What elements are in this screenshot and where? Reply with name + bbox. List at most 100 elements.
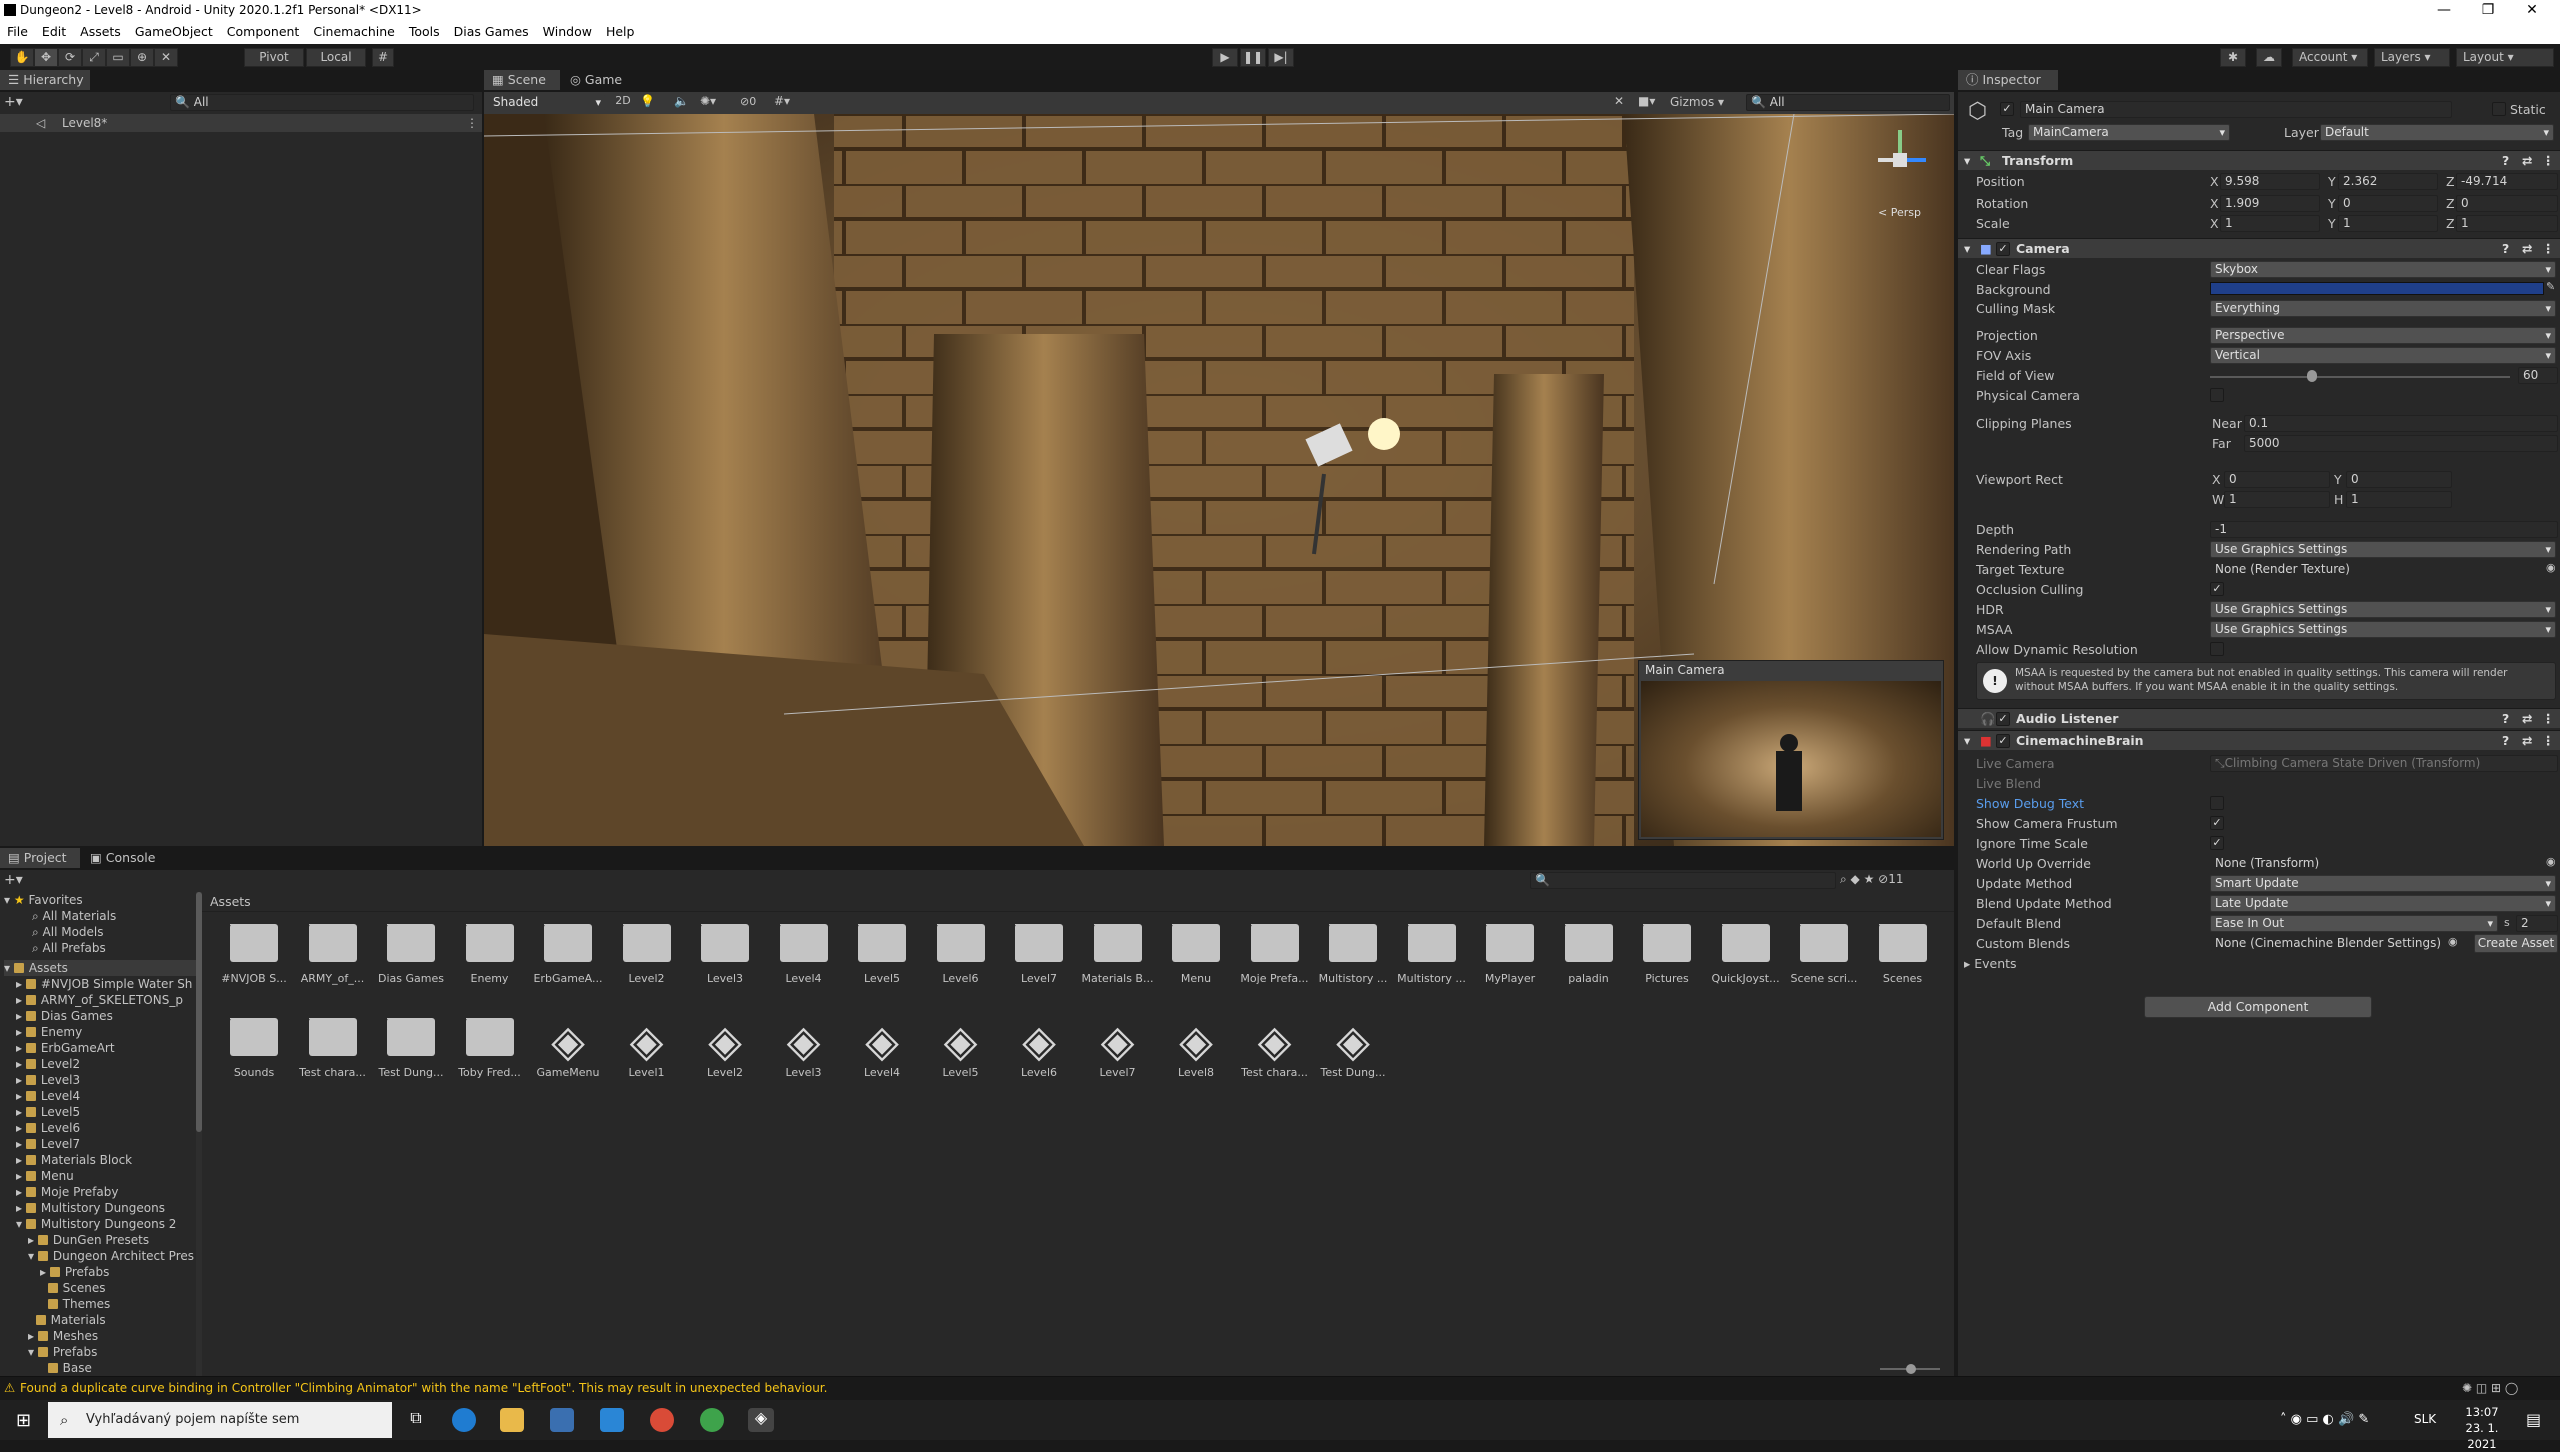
default-blend-dropdown[interactable]: Ease In Out: [2210, 915, 2498, 932]
rect-tool-icon[interactable]: ▭: [106, 48, 130, 67]
effects-icon[interactable]: ✺▾: [700, 94, 716, 108]
favorite-item[interactable]: ⌕ All Materials: [32, 908, 116, 924]
language-indicator[interactable]: SLK: [2414, 1412, 2436, 1426]
folder-asset[interactable]: Enemy: [452, 924, 528, 985]
help-icon[interactable]: ?: [2502, 239, 2509, 259]
folder-tree-item[interactable]: ▸ Level4: [16, 1088, 80, 1104]
kebab-icon[interactable]: ⋮: [2542, 151, 2555, 171]
scene-asset[interactable]: ◈ GameMenu: [530, 1018, 606, 1079]
tab-inspector[interactable]: ⓘ Inspector: [1958, 70, 2058, 90]
scene-asset[interactable]: ◈ Test Dung...: [1315, 1018, 1391, 1079]
folder-tree-item[interactable]: ▸ Level7: [16, 1136, 80, 1152]
layers-dropdown[interactable]: Layers ▾: [2374, 48, 2450, 67]
menu-window[interactable]: Window: [536, 20, 599, 39]
folder-asset[interactable]: MyPlayer: [1472, 924, 1548, 985]
physical-camera-checkbox[interactable]: [2210, 388, 2224, 402]
tab-console[interactable]: ▣ Console: [82, 848, 162, 868]
folder-asset[interactable]: Level5: [844, 924, 920, 985]
world-up-field[interactable]: None (Transform): [2210, 855, 2546, 872]
fov-slider-track[interactable]: [2210, 376, 2510, 378]
local-toggle[interactable]: Local: [306, 48, 366, 67]
brain-enabled-checkbox[interactable]: ✓: [1996, 734, 2010, 748]
menu-cinemachine[interactable]: Cinemachine: [306, 20, 402, 39]
folder-asset[interactable]: Moje Prefa...: [1237, 924, 1313, 985]
scene-asset[interactable]: ◈ Level5: [923, 1018, 999, 1079]
preset-icon[interactable]: ⇄: [2522, 709, 2532, 729]
maximize-icon[interactable]: ❐: [2468, 1, 2508, 19]
folder-tree-item[interactable]: ▸ Multistory Dungeons: [16, 1200, 165, 1216]
kebab-icon[interactable]: ⋮: [2542, 709, 2555, 729]
unity-taskbar-icon[interactable]: ◈: [748, 1408, 774, 1432]
folder-tree-item[interactable]: Scenes: [40, 1280, 105, 1296]
folder-asset[interactable]: ARMY_of_...: [295, 924, 371, 985]
folder-asset[interactable]: Toby Fred...: [452, 1018, 528, 1079]
snap-icon[interactable]: #: [372, 48, 394, 67]
scene-asset[interactable]: ◈ Level2: [687, 1018, 763, 1079]
step-button[interactable]: ▶|: [1268, 48, 1294, 67]
kebab-icon[interactable]: ⋮: [2542, 239, 2555, 259]
tab-scene[interactable]: ▦ Scene: [484, 70, 560, 90]
layout-dropdown[interactable]: Layout ▾: [2456, 48, 2554, 67]
folder-tree-item[interactable]: Themes: [40, 1296, 110, 1312]
folder-tree-item[interactable]: ▸ Meshes: [28, 1328, 98, 1344]
folder-asset[interactable]: Test Dung...: [373, 1018, 449, 1079]
folder-tree-item[interactable]: Base: [40, 1360, 92, 1376]
pause-button[interactable]: ❚❚: [1240, 48, 1266, 67]
file-explorer-icon[interactable]: [500, 1408, 524, 1432]
folder-tree-item[interactable]: ▸ ARMY_of_SKELETONS_p: [16, 992, 183, 1008]
menu-dias-games[interactable]: Dias Games: [447, 20, 536, 39]
folder-tree-item[interactable]: ▸ #NVJOB Simple Water Sh: [16, 976, 192, 992]
tab-project[interactable]: ▤ Project: [0, 848, 80, 868]
target-texture-field[interactable]: None (Render Texture): [2210, 561, 2546, 578]
shading-dropdown[interactable]: Shaded: [488, 94, 606, 111]
folder-asset[interactable]: Pictures: [1629, 924, 1705, 985]
hand-tool-icon[interactable]: ✋: [10, 48, 34, 67]
grid-icon[interactable]: #▾: [774, 94, 790, 108]
folder-tree-item[interactable]: ▸ Level2: [16, 1056, 80, 1072]
folder-asset[interactable]: Materials B...: [1080, 924, 1156, 985]
orientation-gizmo[interactable]: [1860, 120, 1940, 190]
scene-asset[interactable]: ◈ Level7: [1080, 1018, 1156, 1079]
folder-asset[interactable]: Level4: [766, 924, 842, 985]
far-field[interactable]: 5000: [2244, 435, 2558, 452]
object-picker-icon[interactable]: ◉: [2546, 855, 2556, 868]
scene-asset[interactable]: ◈ Level6: [1001, 1018, 1077, 1079]
gizmos-dropdown[interactable]: Gizmos ▾: [1670, 95, 1724, 109]
culling-mask-dropdown[interactable]: Everything: [2210, 300, 2556, 317]
update-method-dropdown[interactable]: Smart Update: [2210, 875, 2556, 892]
pivot-toggle[interactable]: Pivot: [244, 48, 304, 67]
project-search-input[interactable]: 🔍: [1530, 872, 1836, 889]
position-y-field[interactable]: 2.362: [2338, 173, 2438, 190]
folder-asset[interactable]: Level2: [609, 924, 685, 985]
play-button[interactable]: ▶: [1212, 48, 1238, 67]
msaa-dropdown[interactable]: Use Graphics Settings: [2210, 621, 2556, 638]
kebab-icon[interactable]: ⋮: [2542, 731, 2555, 751]
show-debug-text-checkbox[interactable]: [2210, 796, 2224, 810]
fov-axis-dropdown[interactable]: Vertical: [2210, 347, 2556, 364]
camera-component-header[interactable]: ▾ ■ ✓ Camera ? ⇄ ⋮: [1958, 238, 2560, 258]
show-frustum-checkbox[interactable]: ✓: [2210, 816, 2224, 830]
blend-time-field[interactable]: 2: [2516, 915, 2558, 932]
project-breadcrumb[interactable]: Assets: [202, 892, 1954, 912]
static-checkbox[interactable]: [2492, 102, 2506, 116]
scale-y-field[interactable]: 1: [2338, 215, 2438, 232]
layer-dropdown[interactable]: Default: [2320, 124, 2554, 141]
preset-icon[interactable]: ⇄: [2522, 151, 2532, 171]
folder-tree-item[interactable]: ▾ Dungeon Architect Pres: [28, 1248, 194, 1264]
folder-asset[interactable]: paladin: [1551, 924, 1627, 985]
folder-tree-item[interactable]: ▸ Level3: [16, 1072, 80, 1088]
object-name-field[interactable]: Main Camera: [2020, 101, 2452, 118]
folder-tree-item[interactable]: ▾ Multistory Dungeons 2: [16, 1216, 176, 1232]
favorite-item[interactable]: ⌕ All Prefabs: [32, 940, 106, 956]
scene-asset[interactable]: ◈ Level8: [1158, 1018, 1234, 1079]
icon-size-slider[interactable]: [1880, 1364, 1940, 1374]
near-field[interactable]: 0.1: [2244, 415, 2558, 432]
hidden-objects-toggle[interactable]: ⊘0: [740, 95, 756, 108]
move-tool-icon[interactable]: ✥: [34, 48, 58, 67]
audio-listener-header[interactable]: 🎧 ✓ Audio Listener ? ⇄ ⋮: [1958, 708, 2560, 728]
audio-icon[interactable]: 🔈: [674, 94, 689, 108]
menu-assets[interactable]: Assets: [73, 20, 128, 39]
custom-blends-field[interactable]: None (Cinemachine Blender Settings): [2210, 935, 2446, 952]
create-asset-button[interactable]: Create Asset: [2474, 934, 2558, 953]
folder-tree-item[interactable]: ▸ Prefabs: [40, 1264, 109, 1280]
